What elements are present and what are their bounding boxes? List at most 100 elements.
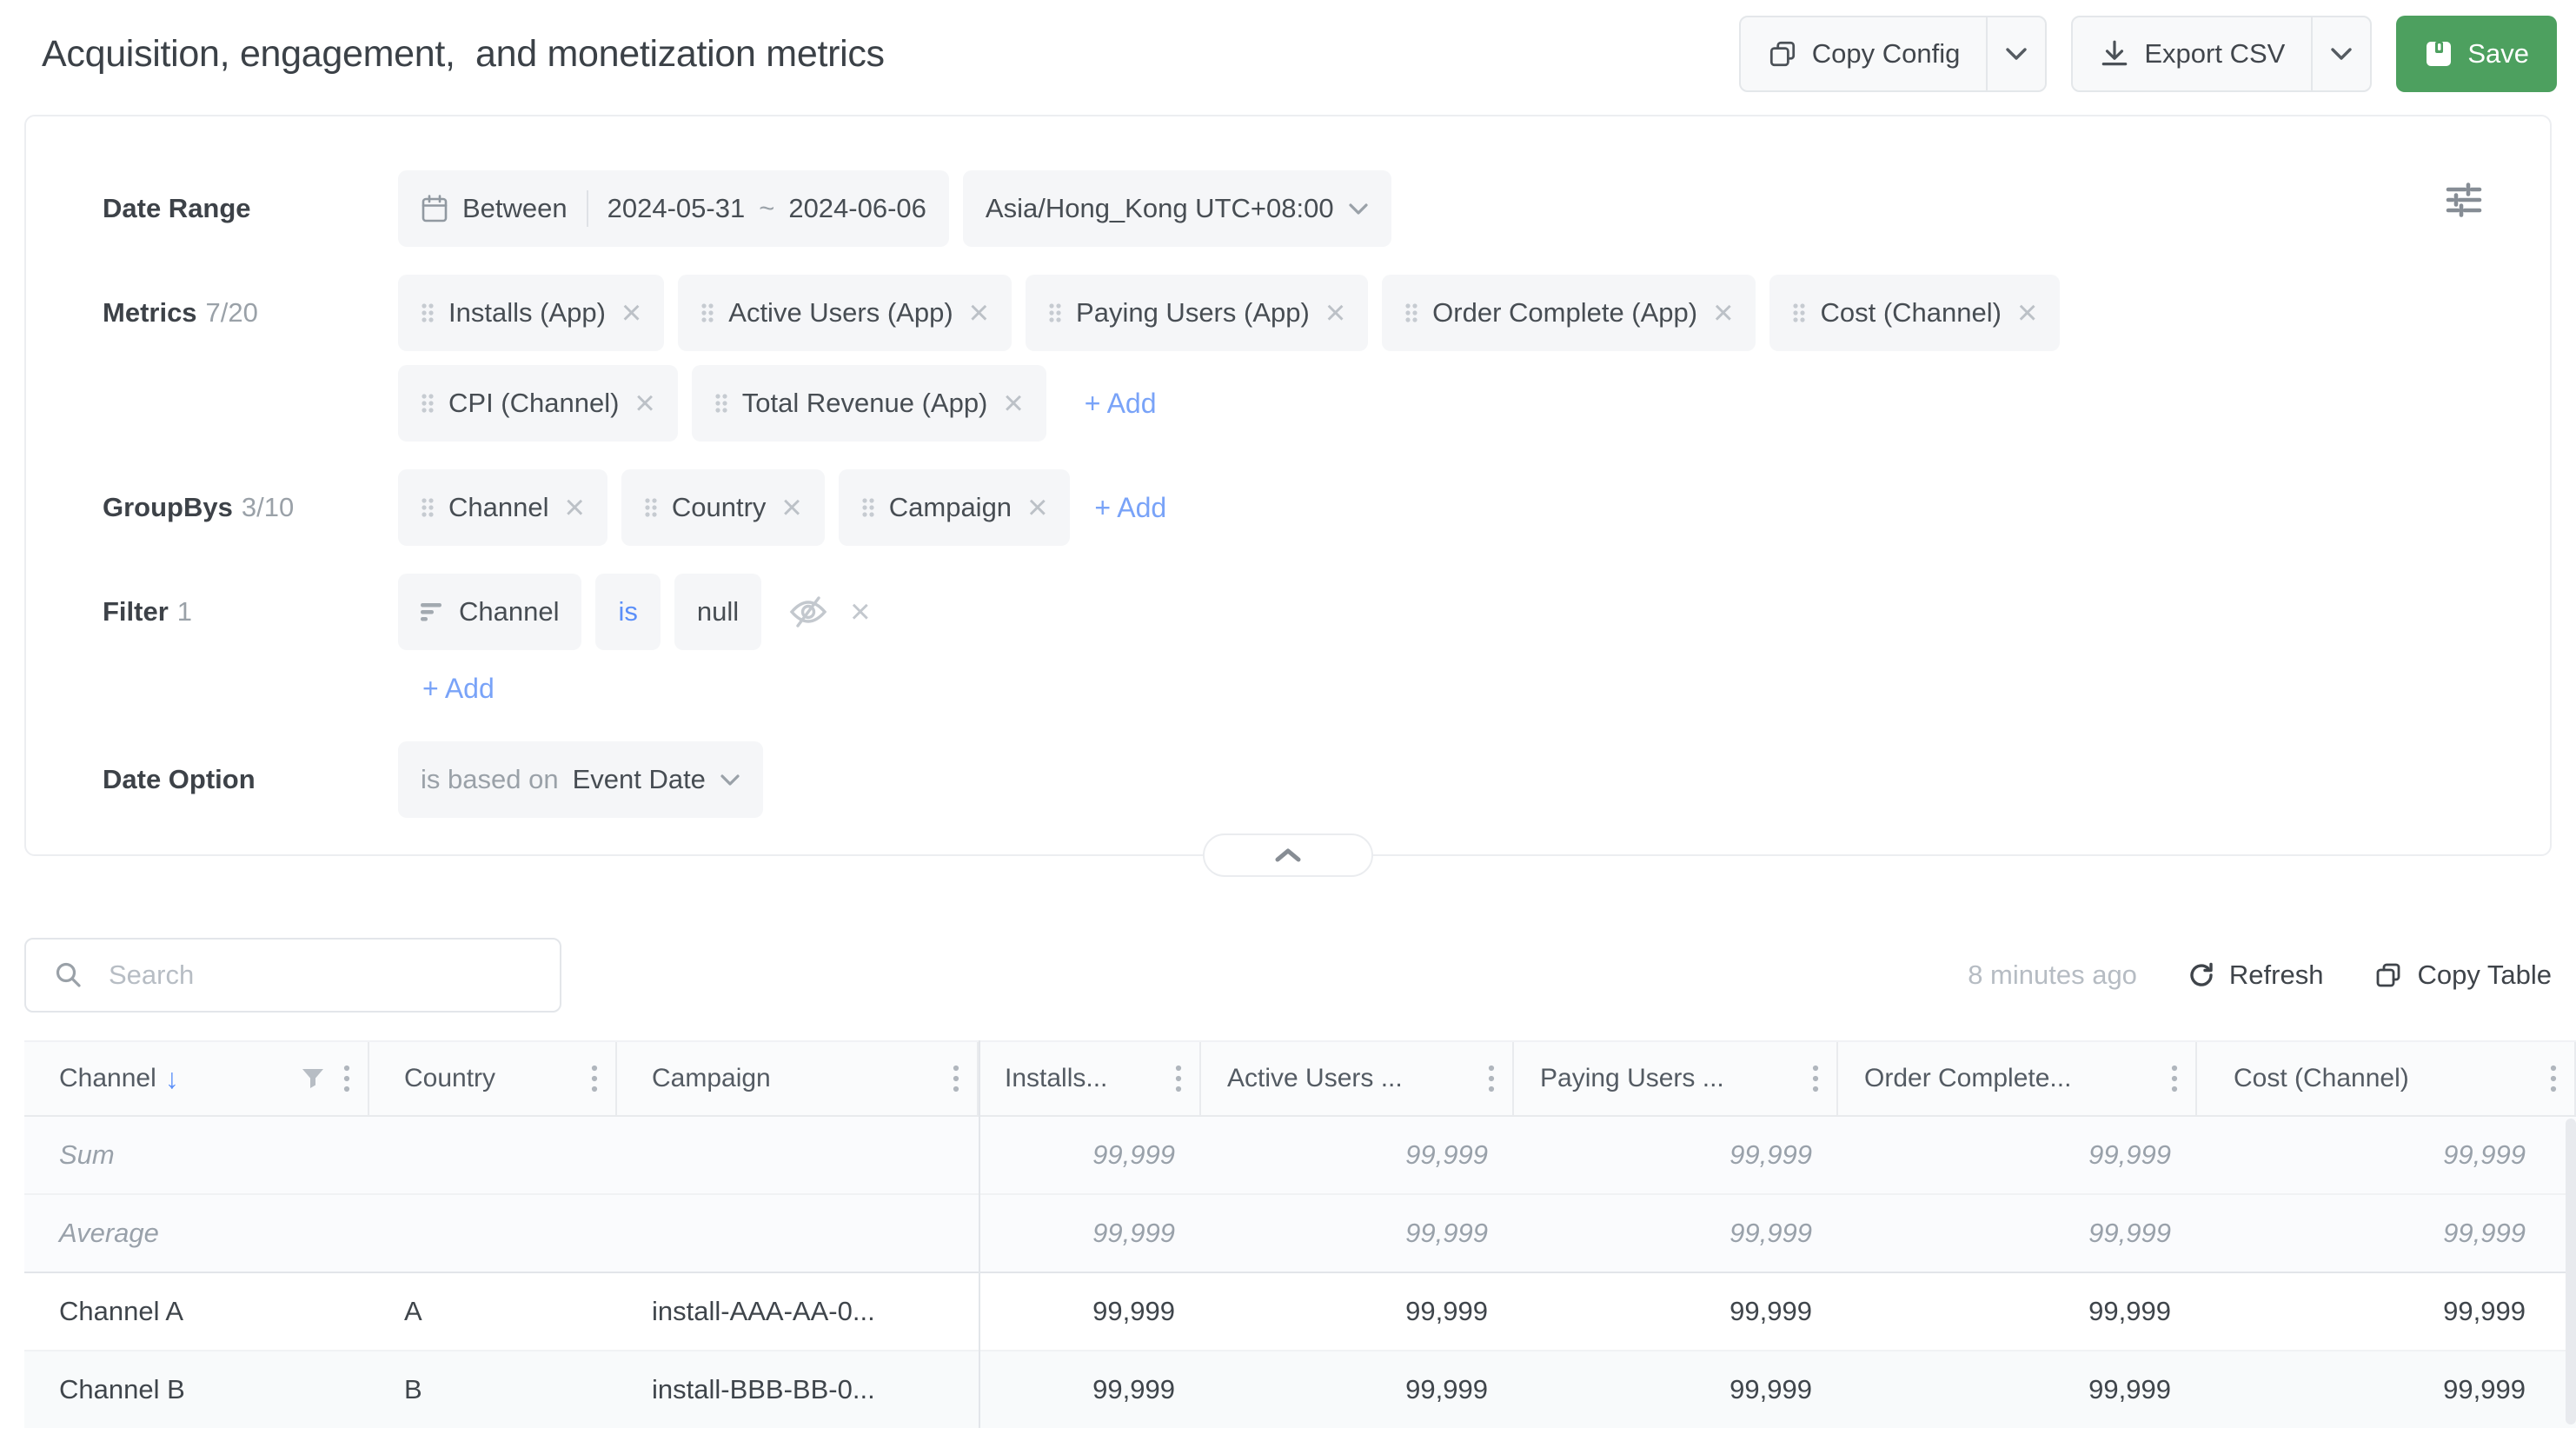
metric-pill[interactable]: Paying Users (App) × xyxy=(1026,275,1368,351)
groupby-pill[interactable]: Campaign × xyxy=(839,469,1071,546)
sort-desc-icon[interactable]: ↓ xyxy=(165,1063,179,1095)
column-header-order-complete[interactable]: Order Complete... xyxy=(1838,1042,2197,1115)
drag-handle-icon[interactable] xyxy=(1048,302,1062,324)
remove-metric-icon[interactable]: × xyxy=(634,386,654,421)
copy-icon xyxy=(1767,38,1798,70)
timezone-select[interactable]: Asia/Hong_Kong UTC+08:00 xyxy=(963,170,1391,247)
column-menu-kebab-icon[interactable] xyxy=(1175,1064,1182,1093)
drag-handle-icon[interactable] xyxy=(861,496,875,519)
add-filter-button[interactable]: + Add xyxy=(422,673,495,705)
column-menu-kebab-icon[interactable] xyxy=(1488,1064,1495,1093)
filter-field-label: Channel xyxy=(459,596,559,628)
copy-config-dropdown-button[interactable] xyxy=(1986,17,2045,90)
chevron-down-icon xyxy=(1348,203,1369,216)
metric-pill[interactable]: Order Complete (App)× xyxy=(1382,275,1756,351)
table-row[interactable]: Channel B B install-BBB-BB-0... 99,999 9… xyxy=(24,1351,2576,1428)
copy-config-button[interactable]: Copy Config xyxy=(1741,17,1987,90)
filter-field-pill[interactable]: Channel xyxy=(398,574,581,650)
column-menu-kebab-icon[interactable] xyxy=(2550,1064,2557,1093)
remove-metric-icon[interactable]: × xyxy=(2017,296,2037,330)
groupby-pill-label: Campaign xyxy=(889,492,1012,523)
filter-count: 1 xyxy=(177,596,192,627)
column-menu-kebab-icon[interactable] xyxy=(343,1064,350,1093)
date-option-select[interactable]: is based on Event Date xyxy=(398,741,763,818)
last-updated-text: 8 minutes ago xyxy=(1968,960,2137,991)
remove-groupby-icon[interactable]: × xyxy=(1027,490,1047,525)
date-range-picker[interactable]: Between 2024-05-31 ~ 2024-06-06 xyxy=(398,170,949,247)
filter-value-pill[interactable]: null xyxy=(674,574,761,650)
chevron-up-icon xyxy=(1274,847,1302,863)
drag-handle-icon[interactable] xyxy=(421,302,435,324)
refresh-button[interactable]: Refresh xyxy=(2188,960,2324,991)
remove-metric-icon[interactable]: × xyxy=(1003,386,1023,421)
remove-metric-icon[interactable]: × xyxy=(969,296,989,330)
metric-pill-label: Paying Users (App) xyxy=(1076,297,1310,329)
date-range-separator: ~ xyxy=(759,193,774,224)
metrics-label: Metrics xyxy=(103,297,197,328)
column-header-channel[interactable]: Channel ↓ xyxy=(24,1042,369,1115)
results-table: Channel ↓ Country Campaign Installs... xyxy=(24,1040,2576,1428)
vertical-scrollbar[interactable] xyxy=(2566,1119,2576,1424)
eye-off-icon[interactable] xyxy=(789,594,827,629)
column-label: Paying Users ... xyxy=(1540,1064,1724,1093)
filter-label: Filter xyxy=(103,596,169,627)
cell-campaign: install-AAA-AA-0... xyxy=(617,1296,979,1327)
table-row[interactable]: Channel A A install-AAA-AA-0... 99,999 9… xyxy=(24,1273,2576,1351)
metric-pill[interactable]: Total Revenue (App) × xyxy=(692,365,1046,442)
drag-handle-icon[interactable] xyxy=(421,496,435,519)
save-button[interactable]: Save xyxy=(2396,16,2557,92)
column-header-campaign[interactable]: Campaign xyxy=(617,1042,979,1115)
drag-handle-icon[interactable] xyxy=(1404,302,1418,324)
metric-pill[interactable]: Installs (App)× xyxy=(398,275,664,351)
column-header-paying-users[interactable]: Paying Users ... xyxy=(1514,1042,1838,1115)
export-csv-dropdown-button[interactable] xyxy=(2311,17,2370,90)
remove-metric-icon[interactable]: × xyxy=(1713,296,1733,330)
filter-funnel-icon[interactable] xyxy=(302,1068,324,1089)
column-header-active-users[interactable]: Active Users ... xyxy=(1201,1042,1514,1115)
date-option-row: Date Option is based on Event Date xyxy=(103,741,2519,818)
column-header-country[interactable]: Country xyxy=(369,1042,617,1115)
date-option-label: Date Option xyxy=(103,741,398,818)
drag-handle-icon[interactable] xyxy=(421,392,435,415)
filter-row: Filter 1 Channel is null × xyxy=(103,574,2519,705)
remove-metric-icon[interactable]: × xyxy=(621,296,641,330)
filter-operator-pill[interactable]: is xyxy=(595,574,660,650)
remove-groupby-icon[interactable]: × xyxy=(781,490,801,525)
copy-table-button[interactable]: Copy Table xyxy=(2374,960,2552,991)
config-settings-sliders-icon[interactable] xyxy=(2446,183,2482,217)
column-menu-kebab-icon[interactable] xyxy=(953,1064,959,1093)
column-header-installs[interactable]: Installs... xyxy=(979,1042,1201,1115)
column-menu-kebab-icon[interactable] xyxy=(591,1064,598,1093)
cell-value: 99,999 xyxy=(1201,1374,1514,1405)
cell-campaign: install-BBB-BB-0... xyxy=(617,1374,979,1405)
metric-pill[interactable]: CPI (Channel)× xyxy=(398,365,678,442)
remove-metric-icon[interactable]: × xyxy=(1325,296,1345,330)
groupby-pill[interactable]: Channel× xyxy=(398,469,607,546)
remove-filter-icon[interactable]: × xyxy=(850,593,870,632)
filter-lines-icon xyxy=(421,602,445,621)
column-header-cost[interactable]: Cost (Channel) xyxy=(2197,1042,2576,1115)
add-groupby-button[interactable]: + Add xyxy=(1094,492,1166,524)
drag-handle-icon[interactable] xyxy=(1792,302,1806,324)
drag-handle-icon[interactable] xyxy=(700,302,714,324)
cell-value: 99,999 xyxy=(979,1296,1201,1327)
export-csv-button[interactable]: Export CSV xyxy=(2073,17,2311,90)
drag-handle-icon[interactable] xyxy=(644,496,658,519)
cell-value: 99,999 xyxy=(1838,1296,2197,1327)
metric-pill[interactable]: Active Users (App)× xyxy=(678,275,1012,351)
metric-pill[interactable]: Cost (Channel)× xyxy=(1769,275,2060,351)
column-menu-kebab-icon[interactable] xyxy=(2171,1064,2178,1093)
cell-value: 99,999 xyxy=(1514,1296,1838,1327)
add-metric-button[interactable]: + Add xyxy=(1085,388,1157,420)
collapse-config-button[interactable] xyxy=(1203,833,1373,877)
remove-groupby-icon[interactable]: × xyxy=(564,490,584,525)
search-input[interactable] xyxy=(24,938,561,1013)
table-summary-row-average: Average 99,999 99,999 99,999 99,999 99,9… xyxy=(24,1195,2576,1273)
column-menu-kebab-icon[interactable] xyxy=(1812,1064,1819,1093)
groupby-pill[interactable]: Country× xyxy=(621,469,825,546)
search-icon xyxy=(54,960,83,990)
summary-value: 99,999 xyxy=(1201,1218,1514,1249)
metric-pill-label: Total Revenue (App) xyxy=(742,388,988,419)
groupbys-row: GroupBys3/10 Channel× Country× Campaign×… xyxy=(103,469,2519,546)
drag-handle-icon[interactable] xyxy=(714,392,728,415)
